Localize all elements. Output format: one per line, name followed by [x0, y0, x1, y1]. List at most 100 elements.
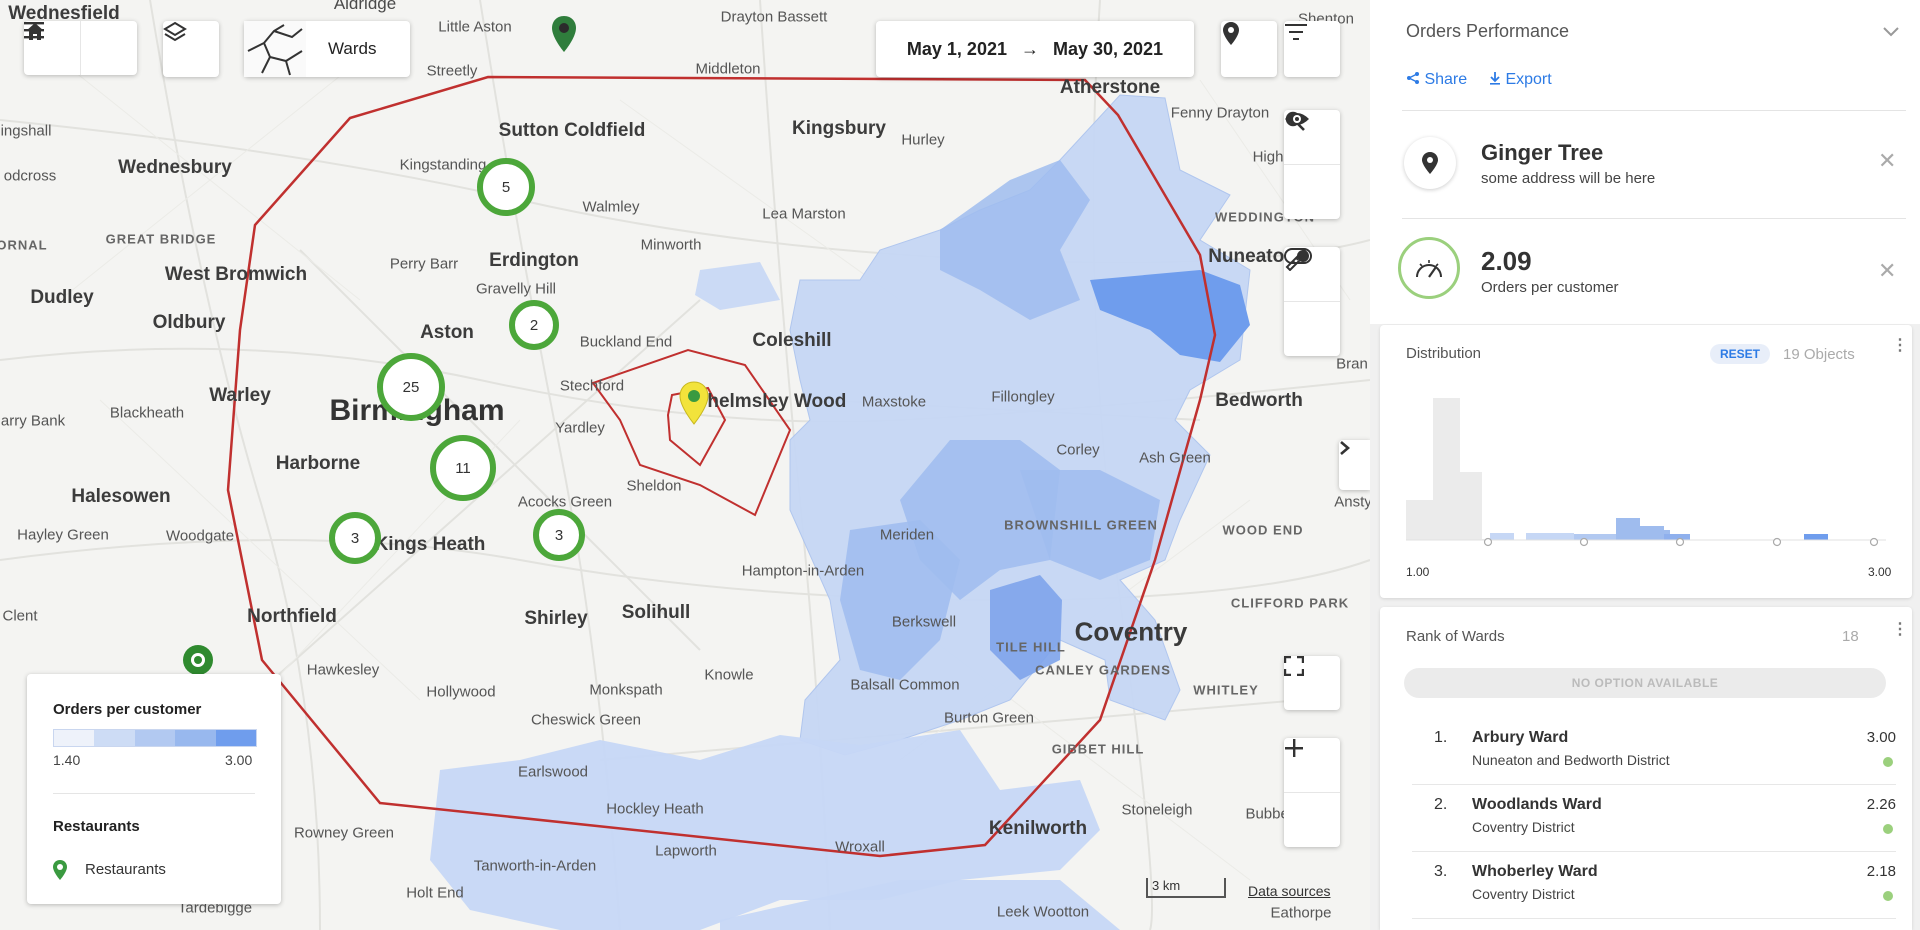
ward-district: Coventry District — [1472, 819, 1575, 835]
ward-value: 3.00 — [1866, 729, 1896, 746]
restaurant-cluster[interactable]: 5 — [477, 158, 535, 216]
hist-bar — [1804, 534, 1828, 540]
legend-max: 3.00 — [225, 752, 253, 768]
ramp-step — [54, 730, 95, 746]
data-sources-link[interactable]: Data sources — [1248, 883, 1330, 899]
rank-row[interactable]: 1. Arbury Ward Nuneaton and Bedworth Distr… — [1412, 719, 1896, 785]
objects-count: 19 Objects — [1783, 346, 1855, 363]
ruler-icon — [1285, 248, 1308, 271]
reset-button[interactable]: RESET — [1710, 344, 1771, 364]
location-button[interactable] — [1221, 21, 1277, 77]
hist-bar — [1490, 533, 1514, 540]
share-label: Share — [1424, 71, 1468, 88]
location-address: some address will be here — [1481, 170, 1656, 187]
filter-icon — [1285, 24, 1307, 40]
export-button[interactable]: Export — [1489, 71, 1552, 89]
restaurant-cluster[interactable]: 25 — [377, 353, 445, 421]
ward-value: 2.26 — [1866, 796, 1896, 813]
download-icon — [1490, 72, 1500, 85]
location-name: Ginger Tree — [1481, 140, 1604, 165]
more-options-icon[interactable]: ⋮ — [1892, 338, 1908, 354]
wards-thumbnail-icon — [244, 21, 306, 77]
date-end: May 30, 2021 — [1052, 38, 1164, 59]
close-metric-icon[interactable]: ✕ — [1878, 258, 1896, 284]
status-dot — [1883, 757, 1893, 767]
legend-divider — [53, 793, 255, 794]
share-icon — [1407, 72, 1419, 84]
ramp-step — [94, 730, 135, 746]
share-button[interactable]: Share — [1406, 71, 1467, 89]
nav-controls — [24, 21, 137, 75]
date-arrow-icon: → — [1020, 38, 1039, 59]
close-location-icon[interactable]: ✕ — [1878, 148, 1896, 174]
fullscreen-icon — [1284, 656, 1304, 676]
gauge-icon — [1416, 260, 1442, 278]
map-canvas[interactable]: Wednesfield Aldridge Little Aston Drayton B… — [0, 0, 1370, 930]
wards-layer-button[interactable]: Wards — [244, 21, 410, 77]
ramp-step — [134, 730, 176, 746]
ward-district: Coventry District — [1472, 886, 1575, 902]
hist-bar — [1526, 533, 1574, 540]
location-pin-icon — [1223, 22, 1239, 45]
panel-title: Orders Performance — [1406, 21, 1570, 41]
no-option-select[interactable]: NO OPTION AVAILABLE — [1404, 668, 1886, 698]
distribution-histogram — [1406, 398, 1886, 547]
home-icon — [26, 23, 44, 40]
restaurant-cluster[interactable]: 2 — [509, 300, 559, 350]
row-divider — [1412, 784, 1896, 785]
collapse-chevron-icon[interactable] — [1882, 26, 1900, 38]
date-start: May 1, 2021 — [906, 38, 1007, 59]
export-label: Export — [1505, 71, 1552, 88]
restaurant-pin-icon — [53, 860, 67, 880]
location-pin-icon — [1422, 152, 1438, 174]
restaurant-pin-icon[interactable] — [549, 14, 579, 54]
restaurant-cluster[interactable]: 3 — [533, 509, 585, 561]
chelmsley-boundary — [591, 348, 792, 517]
hist-bar — [1406, 500, 1433, 540]
more-options-icon[interactable]: ⋮ — [1892, 622, 1908, 638]
legend-color-ramp — [53, 729, 257, 747]
layers-button[interactable] — [163, 21, 219, 77]
rank-number: 3. — [1434, 863, 1448, 880]
status-dot — [1883, 891, 1893, 901]
legend-title: Orders per customer — [53, 701, 202, 718]
row-divider — [1412, 918, 1896, 919]
legend-restaurants-item: Restaurants — [85, 861, 166, 878]
visibility-button[interactable] — [1284, 113, 1340, 219]
fullscreen-button[interactable] — [1284, 656, 1340, 710]
divider — [1402, 218, 1906, 219]
divider — [1402, 110, 1906, 111]
restaurant-cluster[interactable]: 3 — [329, 512, 381, 564]
legend-min: 1.40 — [53, 752, 81, 768]
measure-button[interactable] — [1284, 248, 1340, 356]
rank-title: Rank of Wards — [1406, 628, 1505, 645]
metric-value: 2.09 — [1481, 246, 1532, 276]
row-divider — [1412, 851, 1896, 852]
zoom-out-button[interactable] — [1284, 747, 1340, 847]
metric-label: Orders per customer — [1481, 279, 1619, 296]
hist-bar — [1640, 526, 1664, 540]
map-legend: Orders per customer 1.40 3.00 Restaurant… — [27, 674, 281, 904]
layers-icon — [163, 21, 187, 42]
date-range-picker[interactable]: May 1, 2021 → May 30, 2021 — [876, 21, 1194, 77]
hist-bar — [1460, 472, 1482, 540]
selected-location-pin-icon[interactable] — [676, 380, 712, 426]
metric-avatar — [1398, 237, 1460, 299]
home-button[interactable] — [26, 21, 137, 75]
filter-button[interactable] — [1284, 21, 1340, 77]
expand-panel-button[interactable] — [1339, 440, 1370, 490]
rank-row[interactable]: 2. Woodlands Ward Coventry District 2.26 — [1412, 786, 1896, 852]
zoom-controls — [1284, 738, 1340, 847]
distribution-title: Distribution — [1406, 345, 1482, 362]
restaurant-cluster[interactable]: 11 — [430, 435, 496, 501]
ward-district: Nuneaton and Bedworth District — [1472, 752, 1670, 768]
rank-row[interactable]: 3. Whoberley Ward Coventry District 2.18 — [1412, 853, 1896, 919]
map-tools-top — [1284, 110, 1340, 219]
ward-name: Whoberley Ward — [1472, 863, 1598, 880]
map-tools-mid — [1284, 247, 1340, 356]
rank-card: Rank of Wards 18 ⋮ NO OPTION AVAILABLE 1… — [1380, 607, 1912, 930]
minus-icon — [1285, 747, 1303, 750]
ramp-step — [175, 730, 216, 746]
panel-header: Orders Performance Share Export — [1370, 0, 1920, 110]
rank-count: 18 — [1842, 628, 1859, 645]
